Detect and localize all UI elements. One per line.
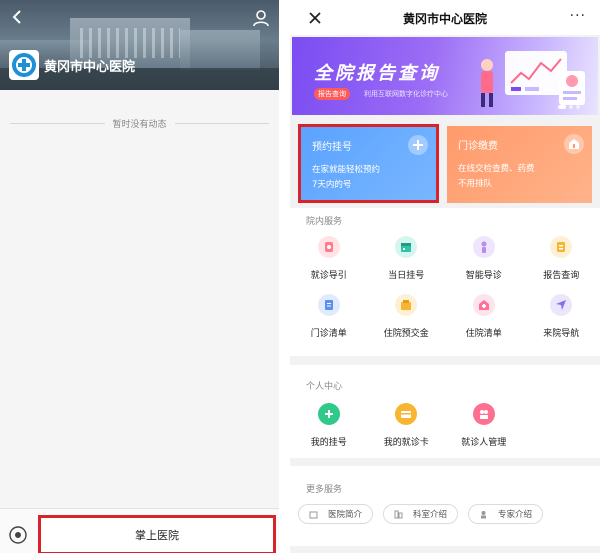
- in-hospital-services-section: 院内服务 就诊导引 当日挂号 智能导诊 报告查询 门诊清单 住院预交金 住院清单…: [290, 208, 600, 356]
- service-same-day-registration[interactable]: 当日挂号: [368, 234, 446, 292]
- service-label: 住院清单: [465, 329, 502, 339]
- services-grid: 就诊导引 当日挂号 智能导诊 报告查询 门诊清单 住院预交金 住院清单 来院导航: [290, 234, 600, 350]
- expert-icon: [481, 510, 487, 518]
- carousel-dot: [569, 105, 573, 109]
- department-icon: [394, 510, 403, 518]
- service-label: 来院导航: [543, 329, 580, 339]
- report-banner[interactable]: 全院报告查询 报告查询 利用互联网数字化诊疗中心: [292, 37, 598, 115]
- carousel-dot: [576, 105, 580, 109]
- keyboard-icon: [9, 526, 27, 544]
- report-illustration-icon: [481, 51, 585, 107]
- service-report-query[interactable]: 报告查询: [523, 234, 600, 292]
- hospital-icon: [309, 511, 318, 518]
- more-services-section: 更多服务 医院简介 科室介绍 专家介绍: [290, 466, 600, 546]
- divider-line: [174, 122, 270, 124]
- patient-management[interactable]: 就诊人管理: [445, 401, 523, 459]
- personal-label: 我的就诊卡: [383, 438, 429, 448]
- user-icon: [253, 10, 269, 27]
- list-icon: [317, 294, 340, 316]
- plus-icon: [408, 135, 428, 155]
- appointment-card[interactable]: 预约挂号 在家就能轻松预约 7天内的号: [298, 124, 439, 203]
- service-label: 报告查询: [543, 271, 580, 281]
- service-outpatient-list[interactable]: 门诊清单: [290, 292, 368, 350]
- profile-button[interactable]: [251, 8, 271, 28]
- card-title: 门诊缴费: [458, 141, 498, 152]
- service-label: 智能导诊: [465, 271, 502, 281]
- keyboard-toggle-button[interactable]: [8, 525, 28, 545]
- service-smart-triage[interactable]: 智能导诊: [445, 234, 523, 292]
- personal-label: 我的挂号: [310, 438, 347, 448]
- service-inpatient-list[interactable]: 住院清单: [445, 292, 523, 350]
- person-icon: [472, 236, 495, 258]
- service-label: 就诊导引: [310, 271, 347, 281]
- service-label: 门诊清单: [310, 329, 347, 339]
- my-medical-card[interactable]: 我的就诊卡: [368, 401, 446, 459]
- chevron-left-icon: [12, 10, 21, 24]
- bottom-menu-bar: 掌上医院: [0, 508, 279, 553]
- back-button[interactable]: [8, 8, 26, 26]
- section-heading: 个人中心: [306, 382, 343, 392]
- service-label: 住院预交金: [383, 329, 429, 339]
- page-title: 黄冈市中心医院: [402, 12, 487, 26]
- navigate-icon: [550, 294, 573, 316]
- expert-intro-button[interactable]: 专家介绍: [468, 504, 544, 524]
- card-description: 在家就能轻松预约 7天内的号: [312, 163, 432, 193]
- outpatient-payment-card[interactable]: 门诊缴费 在线交检查费、药费 不用排队: [447, 126, 592, 203]
- card-description: 在线交检查费、药费 不用排队: [458, 162, 578, 192]
- section-heading: 更多服务: [306, 485, 343, 495]
- hospital-logo: [9, 50, 39, 80]
- service-navigation[interactable]: 来院导航: [523, 292, 600, 350]
- card-icon: [395, 403, 418, 425]
- report-icon: [550, 236, 573, 258]
- house-icon: [564, 134, 584, 154]
- more-options-button[interactable]: ···: [570, 8, 586, 24]
- section-heading: 院内服务: [306, 217, 343, 227]
- carousel-dot: [558, 105, 566, 109]
- service-guide[interactable]: 就诊导引: [290, 234, 368, 292]
- hospital-name: 黄冈市中心医院: [44, 60, 136, 75]
- empty-feed-divider: 暂时没有动态: [10, 116, 270, 130]
- card-desc-line: 不用排队: [458, 179, 493, 189]
- department-intro-button[interactable]: 科室介绍: [383, 504, 459, 524]
- divider-line: [10, 122, 105, 124]
- menu-item-mobile-hospital[interactable]: 掌上医院: [38, 515, 276, 553]
- personal-center-section: 个人中心 我的挂号 我的就诊卡 就诊人管理: [290, 365, 600, 458]
- ward-icon: [472, 294, 495, 316]
- patients-icon: [472, 403, 495, 425]
- card-desc-line: 7天内的号: [312, 180, 352, 190]
- my-reg-icon: [317, 403, 340, 425]
- banner-subtitle: 利用互联网数字化诊疗中心: [364, 90, 448, 98]
- pill-label: 专家介绍: [498, 510, 533, 520]
- calendar-icon: [395, 236, 418, 258]
- deposit-icon: [395, 294, 418, 316]
- card-desc-line: 在家就能轻松预约: [312, 165, 381, 175]
- cover-ground: [0, 68, 279, 90]
- banner-tag: 报告查询: [314, 88, 350, 100]
- more-services-row: 医院简介 科室介绍 专家介绍: [298, 504, 544, 524]
- personal-grid: 我的挂号 我的就诊卡 就诊人管理: [290, 401, 600, 459]
- cover-building: [180, 30, 260, 70]
- pill-label: 医院简介: [328, 510, 363, 520]
- service-inpatient-deposit[interactable]: 住院预交金: [368, 292, 446, 350]
- hospital-intro-button[interactable]: 医院简介: [298, 504, 374, 524]
- guide-icon: [317, 236, 340, 258]
- hospital-home-screen: 黄冈市中心医院 ··· 全院报告查询 报告查询 利用互联网数字化诊疗中心 预约挂…: [290, 0, 600, 553]
- personal-label: 就诊人管理: [461, 438, 507, 448]
- carousel-indicator: [558, 105, 580, 109]
- my-registration[interactable]: 我的挂号: [290, 401, 368, 459]
- card-title: 预约挂号: [312, 142, 352, 153]
- hospital-cross-icon: [12, 53, 36, 77]
- hospital-cover-image: 黄冈市中心医院: [0, 0, 279, 90]
- empty-feed-text: 暂时没有动态: [112, 119, 167, 130]
- chat-screen: 黄冈市中心医院 暂时没有动态 掌上医院: [0, 0, 279, 553]
- title-bar: 黄冈市中心医院 ···: [290, 0, 600, 35]
- pill-label: 科室介绍: [413, 510, 448, 520]
- banner-title: 全院报告查询: [314, 63, 440, 84]
- service-label: 当日挂号: [388, 271, 425, 281]
- card-desc-line: 在线交检查费、药费: [458, 164, 535, 174]
- cover-windows: [80, 28, 180, 58]
